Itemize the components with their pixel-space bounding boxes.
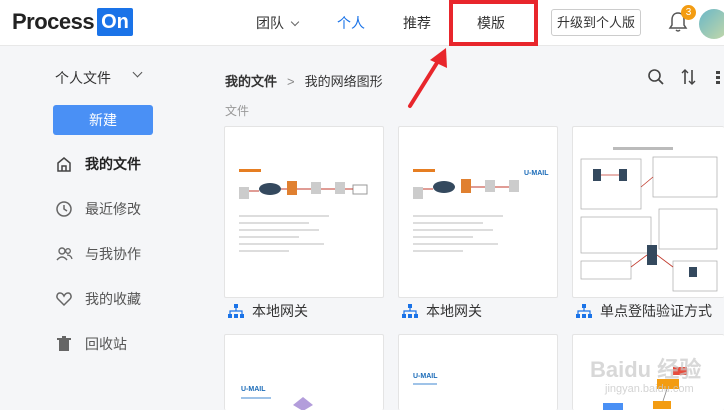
clock-icon xyxy=(56,201,72,217)
sidebar-item-label: 我的收藏 xyxy=(85,291,141,307)
nav-team[interactable]: 团队 xyxy=(256,13,300,33)
red-arrow-icon xyxy=(408,48,447,108)
file-card-3[interactable] xyxy=(572,126,724,298)
more-icon[interactable] xyxy=(714,68,724,86)
file-card-5[interactable]: U-MAIL xyxy=(398,334,558,410)
file-title-text: 本地网关 xyxy=(252,303,308,319)
umail-logo: U-MAIL xyxy=(413,373,438,380)
section-label: 文件 xyxy=(225,104,250,118)
umail-logo: U-MAIL xyxy=(524,170,549,177)
file-thumbnail xyxy=(241,397,313,410)
nav-personal[interactable]: 个人 xyxy=(337,13,365,33)
file-thumbnail xyxy=(413,169,519,252)
notification-badge: 3 xyxy=(681,5,696,20)
highlight-box xyxy=(449,0,538,46)
sidebar-item-recent[interactable]: 最近修改 xyxy=(55,198,141,220)
file-title-3[interactable]: 单点登陆验证方式 xyxy=(576,301,712,321)
sidebar: 个人文件 新建 我的文件 最近修改 与我协作 我的收藏 回收站 xyxy=(0,47,190,410)
network-diagram-icon xyxy=(576,304,592,318)
file-card-2[interactable]: U-MAIL xyxy=(398,126,558,298)
breadcrumb: 我的文件 > 我的网络图形 xyxy=(225,71,383,90)
breadcrumb-current: 我的网络图形 xyxy=(304,74,383,89)
sidebar-item-label: 最近修改 xyxy=(85,201,141,217)
file-thumbnail xyxy=(580,147,718,292)
watermark-url: jingyan.baidu.com xyxy=(605,383,694,395)
home-icon xyxy=(57,157,71,172)
sidebar-item-my-files[interactable]: 我的文件 xyxy=(55,153,141,175)
sidebar-item-favorites[interactable]: 我的收藏 xyxy=(55,288,141,310)
nav-team-label: 团队 xyxy=(256,15,284,31)
logo-badge: On xyxy=(97,8,133,36)
sidebar-item-trash[interactable]: 回收站 xyxy=(55,333,127,355)
upgrade-button[interactable]: 升级到个人版 xyxy=(551,9,641,36)
network-diagram-icon xyxy=(228,304,244,318)
sidebar-title[interactable]: 个人文件 xyxy=(55,68,111,88)
breadcrumb-separator: > xyxy=(287,74,295,89)
file-title-text: 本地网关 xyxy=(426,303,482,319)
umail-logo: U-MAIL xyxy=(241,386,266,393)
file-title-1[interactable]: 本地网关 xyxy=(228,301,308,321)
sidebar-item-label: 回收站 xyxy=(85,336,127,352)
sidebar-item-label: 与我协作 xyxy=(85,246,141,262)
file-thumbnail xyxy=(239,169,368,252)
heart-icon xyxy=(56,292,72,307)
breadcrumb-root[interactable]: 我的文件 xyxy=(225,74,277,89)
logo-text: Process xyxy=(12,9,95,34)
search-icon[interactable] xyxy=(647,68,665,86)
network-diagram-icon xyxy=(402,304,418,318)
sidebar-item-label: 我的文件 xyxy=(85,156,141,172)
avatar[interactable] xyxy=(699,9,724,39)
file-card-1[interactable] xyxy=(224,126,384,298)
logo[interactable]: Process On xyxy=(12,8,133,36)
file-title-2[interactable]: 本地网关 xyxy=(402,301,482,321)
file-title-text: 单点登陆验证方式 xyxy=(600,303,712,319)
sort-icon[interactable] xyxy=(680,68,698,86)
new-button[interactable]: 新建 xyxy=(53,105,153,135)
users-icon xyxy=(56,247,73,261)
sidebar-item-shared[interactable]: 与我协作 xyxy=(55,243,141,265)
chevron-down-icon xyxy=(290,17,300,27)
chevron-down-icon[interactable] xyxy=(132,67,143,78)
watermark: Baidu 经验 xyxy=(590,357,702,382)
trash-icon xyxy=(57,336,71,351)
nav-recommend[interactable]: 推荐 xyxy=(403,13,431,33)
top-bar: Process On 团队 个人 推荐 模版 升级到个人版 3 xyxy=(0,0,724,46)
file-card-4[interactable]: U-MAIL xyxy=(224,334,384,410)
